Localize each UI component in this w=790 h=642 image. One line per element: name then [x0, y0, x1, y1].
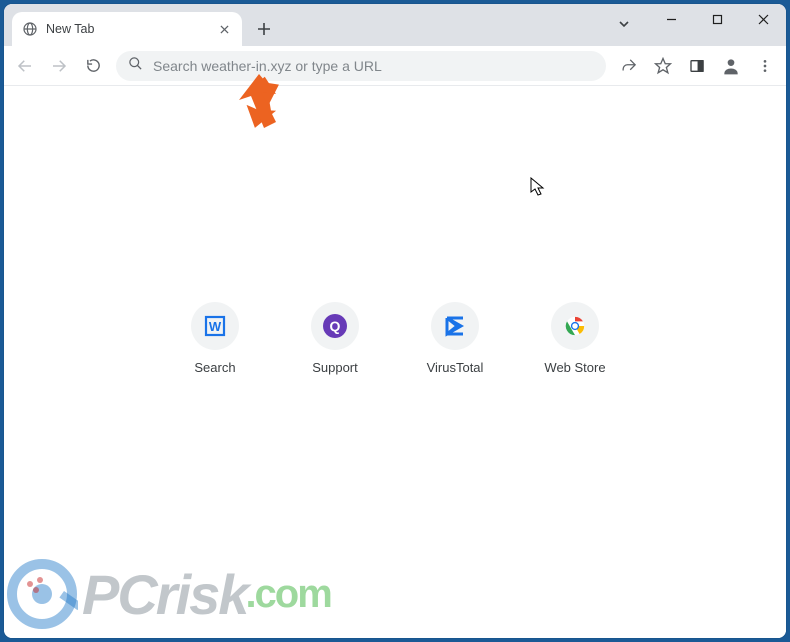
omnibox-input[interactable] [153, 58, 594, 74]
browser-window: New Tab [4, 4, 786, 638]
titlebar: New Tab [4, 4, 786, 46]
shortcut-search[interactable]: W Search [169, 302, 261, 375]
minimize-button[interactable] [648, 4, 694, 34]
forward-button[interactable] [44, 51, 74, 81]
tab-search-dropdown[interactable] [612, 12, 636, 36]
profile-button[interactable] [716, 51, 746, 81]
virustotal-tile-icon [431, 302, 479, 350]
shortcut-grid: W Search Q Support VirusTotal [169, 302, 621, 375]
maximize-button[interactable] [694, 4, 740, 34]
tab-active[interactable]: New Tab [12, 12, 242, 46]
share-button[interactable] [614, 51, 644, 81]
bookmark-button[interactable] [648, 51, 678, 81]
shortcut-label: Search [194, 360, 235, 375]
tab-close-button[interactable] [216, 21, 232, 37]
shortcut-label: Web Store [544, 360, 605, 375]
reload-button[interactable] [78, 51, 108, 81]
search-icon [128, 56, 143, 76]
back-button[interactable] [10, 51, 40, 81]
omnibox[interactable] [116, 51, 606, 81]
new-tab-button[interactable] [250, 15, 278, 43]
window-controls [648, 4, 786, 46]
shortcut-webstore[interactable]: Web Store [529, 302, 621, 375]
tabstrip: New Tab [4, 4, 278, 46]
kebab-menu-button[interactable] [750, 51, 780, 81]
svg-text:Q: Q [330, 318, 341, 334]
globe-icon [22, 21, 38, 37]
side-panel-button[interactable] [682, 51, 712, 81]
webstore-tile-icon [551, 302, 599, 350]
support-tile-icon: Q [311, 302, 359, 350]
svg-text:W: W [209, 319, 222, 334]
shortcut-virustotal[interactable]: VirusTotal [409, 302, 501, 375]
shortcut-label: Support [312, 360, 358, 375]
close-window-button[interactable] [740, 4, 786, 34]
tab-title: New Tab [46, 22, 208, 36]
search-tile-icon: W [191, 302, 239, 350]
shortcut-label: VirusTotal [427, 360, 484, 375]
toolbar [4, 46, 786, 86]
shortcut-support[interactable]: Q Support [289, 302, 381, 375]
page-content: W Search Q Support VirusTotal [4, 86, 786, 638]
